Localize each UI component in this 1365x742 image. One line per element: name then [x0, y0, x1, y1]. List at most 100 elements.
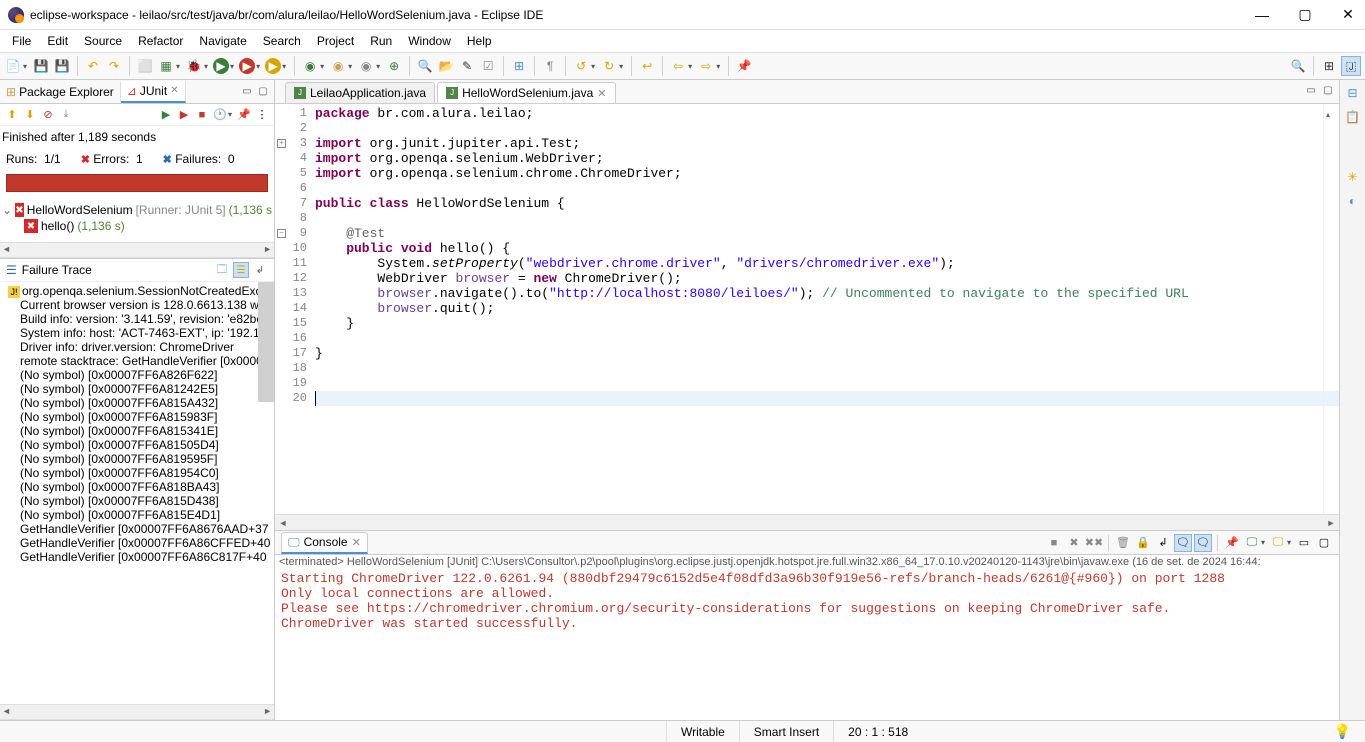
minimize-console-button[interactable]: ▭	[1295, 534, 1313, 552]
tree-horizontal-scrollbar[interactable]	[0, 242, 274, 258]
wrap-button[interactable]: ↲	[252, 262, 268, 278]
trace-line[interactable]: Current browser version is 128.0.6613.13…	[0, 298, 274, 312]
remove-all-button[interactable]: ✖✖	[1085, 534, 1103, 552]
editor-tab-leilaoapplication[interactable]: J LeilaoApplication.java	[285, 82, 435, 103]
current-line[interactable]	[315, 391, 1339, 406]
maximize-editor-button[interactable]: ▢	[1321, 83, 1335, 97]
search-button-2[interactable]: 📂	[437, 57, 455, 75]
search-button-1[interactable]: 🔍	[416, 57, 434, 75]
menu-help[interactable]: Help	[459, 32, 500, 50]
trace-line[interactable]: GetHandleVerifier [0x00007FF6A8676AAD+37	[0, 522, 274, 536]
run-button[interactable]: ▶	[213, 58, 229, 74]
overview-ruler[interactable]: ▴	[1323, 104, 1339, 514]
menu-window[interactable]: Window	[400, 32, 459, 50]
next-annotation-button[interactable]: ↻	[600, 57, 618, 75]
run-last-button[interactable]: ▶	[239, 58, 255, 74]
menu-navigate[interactable]: Navigate	[191, 32, 254, 50]
terminate-button[interactable]: ■	[1045, 534, 1063, 552]
forward-button[interactable]: ⇨	[697, 57, 715, 75]
external-tools-button[interactable]: ▶	[265, 58, 281, 74]
collapse-icon[interactable]: ⌄	[2, 203, 12, 217]
tab-package-explorer[interactable]: ⊞ Package Explorer	[0, 82, 121, 102]
failure-trace-body[interactable]: J!org.openqa.selenium.SessionNotCreatedE…	[0, 282, 274, 704]
trace-line[interactable]: remote stacktrace: GetHandleVerifier [0x…	[0, 354, 274, 368]
editor-horizontal-scrollbar[interactable]: ◄►	[275, 514, 1339, 530]
filter-button[interactable]: ☰	[233, 262, 249, 278]
task-list-button[interactable]: 📋	[1344, 108, 1362, 126]
trace-line[interactable]: (No symbol) [0x00007FF6A81505D4]	[0, 438, 274, 452]
minimize-button[interactable]: —	[1253, 6, 1271, 24]
trace-line[interactable]: (No symbol) [0x00007FF6A81242E5]	[0, 382, 274, 396]
trace-line[interactable]: org.openqa.selenium.SessionNotCreatedExc…	[22, 284, 268, 298]
open-console-button[interactable]: 🖵	[1269, 534, 1287, 552]
java-perspective-button[interactable]: 🇯	[1341, 56, 1361, 76]
menu-run[interactable]: Run	[362, 32, 400, 50]
rerun-fail-button[interactable]: ▶	[176, 107, 192, 123]
display-console-button[interactable]: 🖵	[1243, 534, 1261, 552]
menu-source[interactable]: Source	[76, 32, 130, 50]
trace-line[interactable]: GetHandleVerifier [0x00007FF6A86C817F+40	[0, 550, 274, 564]
trace-line[interactable]: (No symbol) [0x00007FF6A826F622]	[0, 368, 274, 382]
history-button[interactable]: 🕐	[212, 107, 228, 123]
save-all-button[interactable]: 💾	[53, 57, 71, 75]
terminal-button[interactable]: ⬜	[136, 57, 154, 75]
bookmarks-button[interactable]: ✳	[1344, 168, 1362, 186]
trace-line[interactable]: (No symbol) [0x00007FF6A815983F]	[0, 410, 274, 424]
undo-button[interactable]: ↶	[84, 57, 102, 75]
fold-icon[interactable]: +	[277, 139, 286, 148]
pin-button[interactable]: 📌	[236, 107, 252, 123]
menu-search[interactable]: Search	[255, 32, 309, 50]
new-class-button[interactable]: ◉	[301, 57, 319, 75]
test-tree[interactable]: ⌄ ✖ HelloWordSelenium [Runner: JUnit 5] …	[0, 198, 274, 238]
trace-line[interactable]: (No symbol) [0x00007FF6A815A432]	[0, 396, 274, 410]
word-wrap-button[interactable]: ↲	[1154, 534, 1172, 552]
trace-line[interactable]: (No symbol) [0x00007FF6A815341E]	[0, 424, 274, 438]
trace-line[interactable]: System info: host: 'ACT-7463-EXT', ip: '…	[0, 326, 274, 340]
next-fail-button[interactable]: ⬇	[22, 107, 38, 123]
menu-edit[interactable]: Edit	[39, 32, 76, 50]
trace-line[interactable]: GetHandleVerifier [0x00007FF6A86CFFED+40	[0, 536, 274, 550]
tree-method-row[interactable]: ✖ hello() (1,136 s)	[2, 218, 272, 234]
trace-horizontal-scrollbar[interactable]	[0, 704, 274, 720]
close-icon[interactable]: ✕	[170, 85, 178, 96]
minimize-editor-button[interactable]: ▭	[1304, 83, 1318, 97]
code-text-area[interactable]: package br.com.alura.leilao; import org.…	[315, 104, 1339, 514]
menu-project[interactable]: Project	[309, 32, 362, 50]
prev-fail-button[interactable]: ⬆	[4, 107, 20, 123]
stop-button[interactable]: ■	[194, 107, 210, 123]
close-icon[interactable]: ✕	[597, 87, 606, 100]
trace-line[interactable]: (No symbol) [0x00007FF6A819595F]	[0, 452, 274, 466]
show-whitespace-button[interactable]: ¶	[541, 57, 559, 75]
maximize-view-button[interactable]: ▢	[256, 85, 270, 99]
wand-button[interactable]: ✎	[458, 57, 476, 75]
pin-button[interactable]: 📌	[735, 57, 753, 75]
rerun-button[interactable]: ▶	[158, 107, 174, 123]
menu-refactor[interactable]: Refactor	[130, 32, 191, 50]
open-type-button[interactable]: ⊕	[385, 57, 403, 75]
editor-tab-hellowordselenium[interactable]: J HelloWordSelenium.java ✕	[437, 82, 615, 103]
menu-file[interactable]: File	[4, 32, 39, 50]
last-edit-button[interactable]: ↩	[638, 57, 656, 75]
open-perspective-button[interactable]: ⊞	[1320, 57, 1338, 75]
trace-vertical-scrollbar[interactable]	[258, 282, 274, 402]
prev-annotation-button[interactable]: ↺	[572, 57, 590, 75]
markers-button[interactable]: ◐	[1344, 192, 1362, 210]
toggle-block-button[interactable]: ⊞	[510, 57, 528, 75]
trace-line[interactable]: (No symbol) [0x00007FF6A81954C0]	[0, 466, 274, 480]
trace-line[interactable]: Driver info: driver.version: ChromeDrive…	[0, 340, 274, 354]
tab-junit[interactable]: ⊿ JUnit ✕	[121, 81, 186, 103]
close-button[interactable]: ✕	[1339, 6, 1357, 24]
console-output[interactable]: Starting ChromeDriver 122.0.6261.94 (880…	[275, 569, 1339, 720]
fold-icon[interactable]: −	[277, 229, 286, 238]
trace-line[interactable]: Build info: version: '3.141.59', revisio…	[0, 312, 274, 326]
scroll-lock-button[interactable]: 🔒	[1134, 534, 1152, 552]
tab-console[interactable]: 🖵 Console ✕	[281, 532, 368, 554]
close-icon[interactable]: ✕	[352, 536, 361, 549]
clear-console-button[interactable]: 🗑	[1114, 534, 1132, 552]
trace-line[interactable]: (No symbol) [0x00007FF6A815D438]	[0, 494, 274, 508]
save-button[interactable]: 💾	[32, 57, 50, 75]
redo-button[interactable]: ↷	[105, 57, 123, 75]
tree-class-row[interactable]: ⌄ ✖ HelloWordSelenium [Runner: JUnit 5] …	[2, 202, 272, 218]
task-button[interactable]: ☑	[479, 57, 497, 75]
quick-access-icon[interactable]: 🔍	[1289, 57, 1307, 75]
